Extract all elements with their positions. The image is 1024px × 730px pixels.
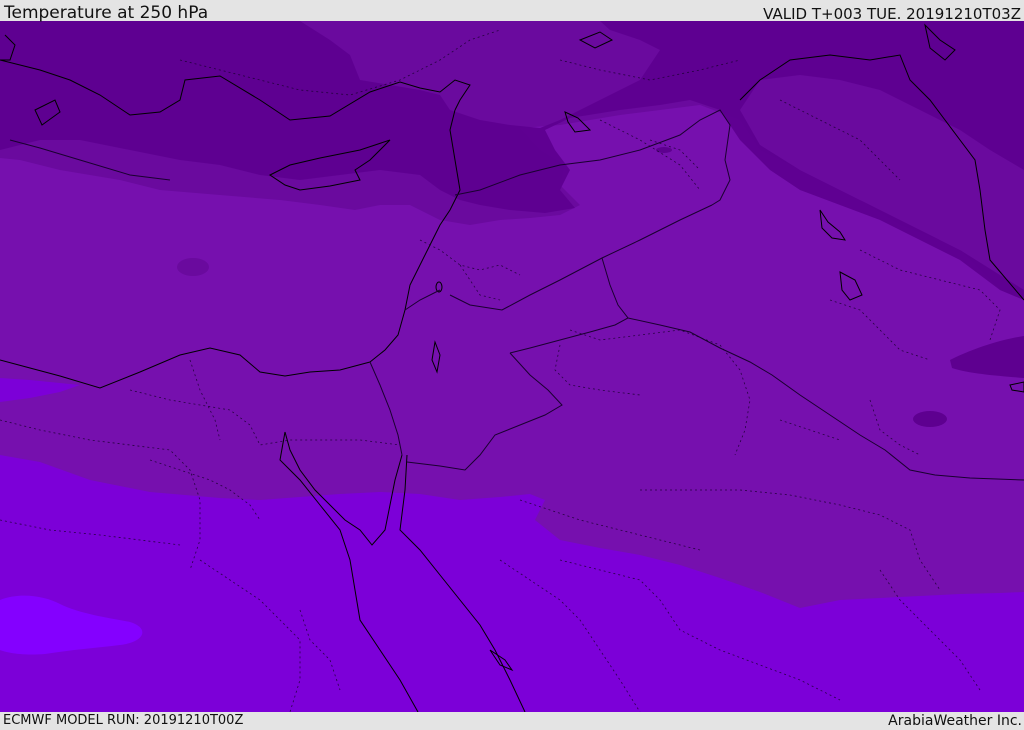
map-title: Temperature at 250 hPa [4,3,209,23]
model-run-label: ECMWF MODEL RUN: 20191210T00Z [3,713,244,728]
cold-spot-1 [913,411,947,427]
valid-time: VALID T+003 TUE. 20191210T03Z [763,5,1021,23]
cold-spot-2 [177,258,209,276]
footer-bar: ECMWF MODEL RUN: 20191210T00Z ArabiaWeat… [0,712,1024,729]
cold-spot-3 [656,147,672,153]
header-bar: Temperature at 250 hPa VALID T+003 TUE. … [0,0,1024,23]
temperature-map[interactable] [0,21,1024,712]
credit-label: ArabiaWeather Inc. [888,713,1022,729]
map-area[interactable] [0,21,1024,712]
